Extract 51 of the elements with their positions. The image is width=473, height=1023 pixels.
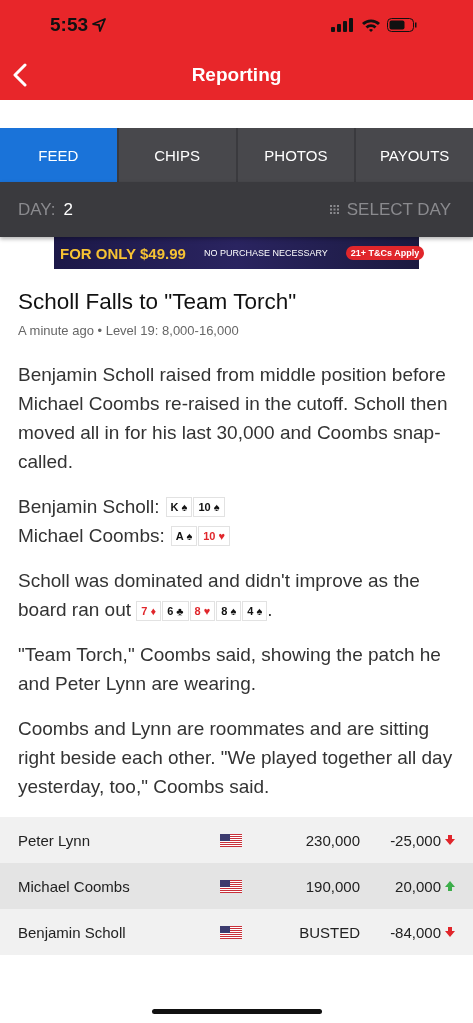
- back-icon[interactable]: [12, 63, 28, 87]
- playing-card: 6 ♣: [162, 601, 189, 621]
- player-name: Peter Lynn: [18, 831, 91, 849]
- chip-change: -84,000: [390, 923, 441, 941]
- grid-icon: [329, 205, 339, 214]
- tab[interactable]: CHIPS: [118, 128, 236, 182]
- chip-stack: 190,000: [304, 877, 360, 895]
- post-title: Scholl Falls to "Team Torch": [18, 289, 298, 315]
- chip-change: -25,000: [390, 831, 441, 849]
- player-label: Benjamin Scholl:: [18, 495, 160, 519]
- battery-icon: [387, 18, 417, 32]
- playing-card: 10 ♠: [193, 496, 225, 517]
- clock-time: 5:53: [50, 14, 89, 36]
- playing-card: 10 ♥: [198, 525, 231, 546]
- period: .: [267, 599, 273, 620]
- playing-card: 7 ♦: [136, 601, 162, 621]
- player-label: Michael Coombs:: [18, 524, 165, 548]
- playing-card: K ♠: [165, 496, 193, 517]
- down-arrow-icon: [445, 835, 455, 845]
- wifi-icon: [361, 18, 381, 32]
- playing-card: 8 ♠: [216, 601, 242, 621]
- paragraph-line: board ran out: [18, 599, 132, 620]
- paragraph-line: Scholl was dominated and didn't improve as the: [18, 569, 421, 593]
- paragraph: "Team Torch," Coombs said, showing the patch he and Peter Lynn are wearing.: [18, 643, 442, 696]
- playing-card: 8 ♥: [189, 601, 216, 621]
- ad-price: FOR ONLY $49.99: [60, 244, 186, 262]
- player-name: Benjamin Scholl: [18, 923, 127, 941]
- chip-stack: 230,000: [304, 831, 360, 849]
- day-label: DAY:: [18, 199, 56, 220]
- chip-stack: BUSTED: [298, 923, 360, 941]
- up-arrow-icon: [445, 881, 455, 891]
- chip-change: 20,000: [395, 877, 441, 895]
- signal-icon: [331, 18, 355, 32]
- tab[interactable]: PAYOUTS: [356, 128, 473, 182]
- playing-card: A ♠: [170, 525, 198, 546]
- location-arrow-icon: [92, 18, 107, 32]
- flag-icon: [220, 833, 242, 847]
- page-title: Reporting: [191, 64, 282, 86]
- paragraph: Coombs and Lynn are roommates and are sitting right beside each other. "We played together all day yesterday, too," Coombs said.: [18, 717, 454, 799]
- down-arrow-icon: [445, 927, 455, 937]
- tab[interactable]: PHOTOS: [237, 128, 355, 182]
- day-value: 2: [63, 199, 73, 220]
- player-name: Michael Coombs: [18, 877, 131, 895]
- flag-icon: [220, 925, 242, 939]
- ad-note: NO PURCHASE NECESSARY: [203, 248, 328, 258]
- tab[interactable]: FEED: [0, 128, 117, 182]
- paragraph: Benjamin Scholl raised from middle position before Michael Coombs re-raised in the cutoff. Scholl then moved all in for his last 30,000 and Coombs snap-called.: [18, 363, 449, 474]
- ad-badge: 21+ T&Cs Apply: [345, 246, 425, 260]
- flag-icon: [220, 879, 242, 893]
- post-meta: A minute ago • Level 19: 8,000-16,000: [18, 323, 240, 338]
- playing-card: 4 ♠: [242, 601, 268, 621]
